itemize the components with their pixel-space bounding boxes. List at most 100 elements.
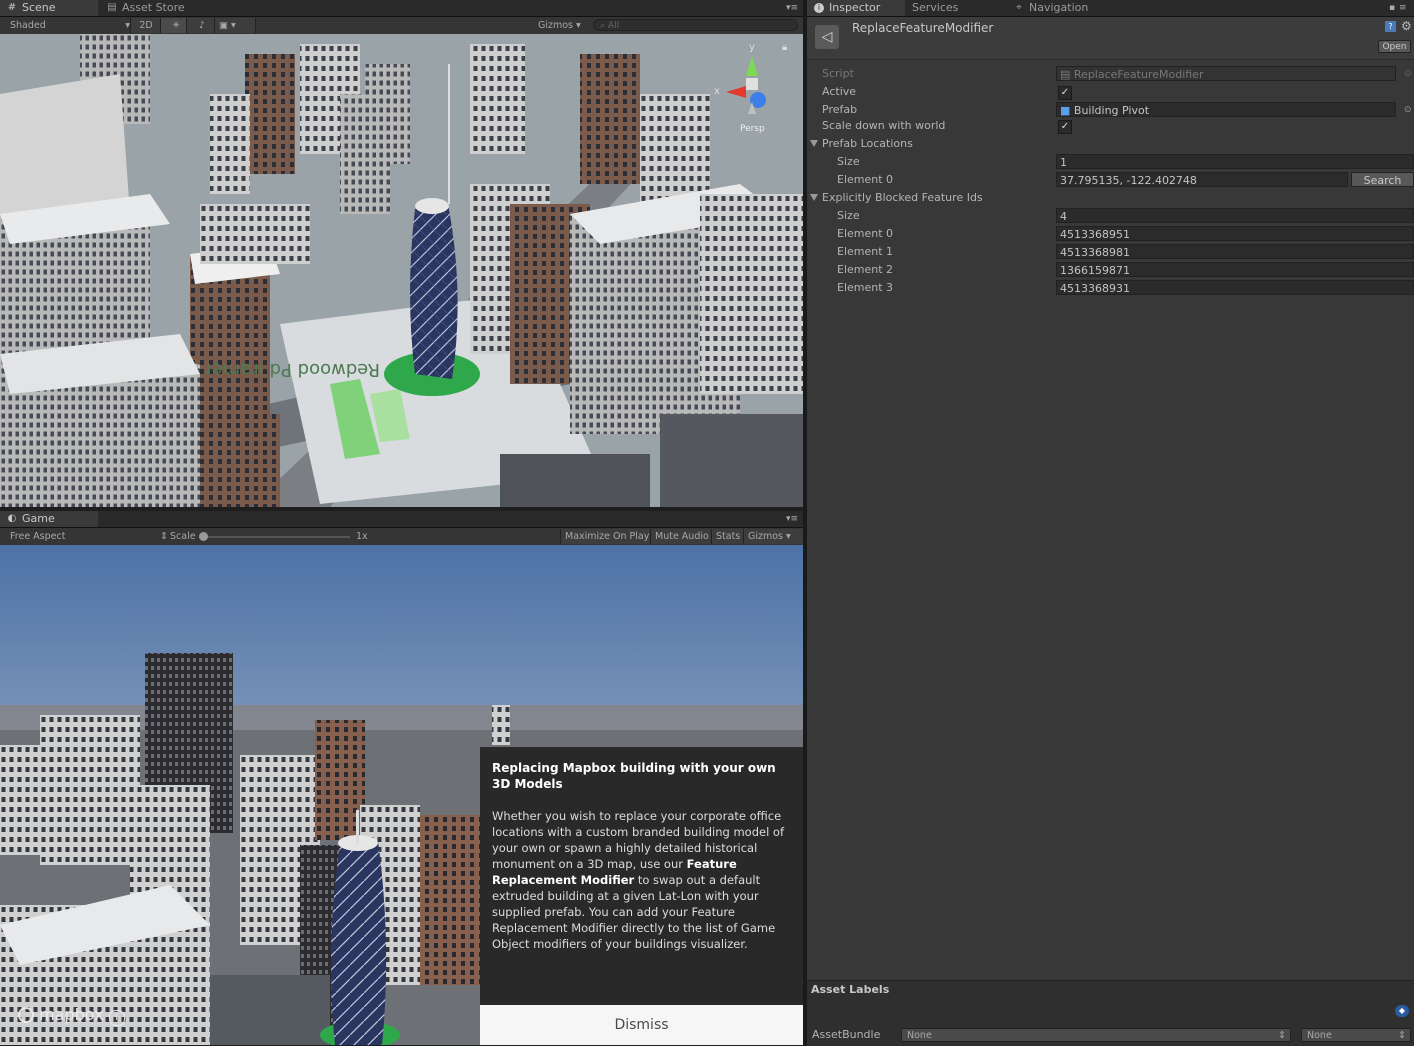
prefab-field[interactable]: ■ Building Pivot <box>1056 102 1396 117</box>
blocked-size-row: Size 4 <box>807 207 1414 225</box>
prefab-locations-foldout[interactable]: Prefab Locations <box>807 135 1414 153</box>
info-icon: i <box>814 3 824 13</box>
element-label: Element 1 <box>837 245 894 258</box>
scale-down-label: Scale down with world <box>822 119 946 132</box>
panel-menu-icon[interactable]: ▾≡ <box>786 3 798 13</box>
blocked-ids-foldout[interactable]: Explicitly Blocked Feature Ids <box>807 189 1414 207</box>
prefab-location-element-0: Element 0 37.795135, -122.402748 Search <box>807 171 1414 189</box>
blocked-ids-label: Explicitly Blocked Feature Ids <box>822 191 983 204</box>
tab-inspector[interactable]: i Inspector <box>807 0 905 16</box>
element-label: Element 0 <box>837 173 894 186</box>
blocked-element-1: Element 1 4513368981 <box>807 243 1414 261</box>
lock-icon[interactable]: 🔒︎ <box>782 42 787 53</box>
slider-thumb[interactable] <box>199 532 208 541</box>
feature-id-field[interactable]: 1366159871 <box>1056 262 1414 277</box>
size-label: Size <box>837 155 860 168</box>
grid-icon: # <box>7 2 17 13</box>
sun-icon: ☀ <box>171 20 181 31</box>
location-field[interactable]: 37.795135, -122.402748 <box>1056 172 1348 187</box>
foldout-arrow-icon[interactable] <box>810 194 818 201</box>
search-icon: ⌕ <box>600 21 606 31</box>
object-picker-icon[interactable]: ⊙ <box>1404 65 1412 83</box>
active-checkbox[interactable]: ✓ <box>1058 86 1072 100</box>
game-viewport[interactable]: mapbox i Replacing Mapbox building with … <box>0 545 803 1045</box>
scale-slider[interactable] <box>199 532 350 541</box>
tab-services[interactable]: Services <box>897 0 966 16</box>
aspect-dropdown[interactable]: Free Aspect ⇕ <box>6 529 170 544</box>
image-icon: ▣ <box>219 20 228 31</box>
gizmos-button[interactable]: Gizmos ▾ <box>743 529 805 544</box>
mode-2d-button[interactable]: 2D <box>130 18 162 33</box>
panel-menu-icon[interactable]: ▾≡ <box>786 514 798 524</box>
scale-label: Scale <box>170 531 196 542</box>
script-row: Script ▤ ReplaceFeatureModifier ⊙ <box>807 65 1414 83</box>
object-name: ReplaceFeatureModifier <box>852 21 994 35</box>
size-field[interactable]: 4 <box>1056 208 1414 223</box>
panel-menu-icon[interactable]: ≡ <box>1399 3 1407 13</box>
mapbox-mark-icon <box>18 1007 34 1023</box>
asset-label-tag-icon[interactable]: ◆ <box>1395 1005 1409 1017</box>
axis-x-label: x <box>714 86 720 97</box>
scale-down-row: Scale down with world ✓ <box>807 117 1414 135</box>
axis-y-label: y <box>749 42 755 53</box>
asset-labels-section: Asset Labels ◆ AssetBundle None ⇕ None ⇕ <box>807 980 1414 1046</box>
maximize-on-play-button[interactable]: Maximize On Play <box>560 529 655 544</box>
gear-icon[interactable]: ⚙ <box>1401 19 1412 33</box>
active-label: Active <box>822 85 857 98</box>
tab-scene[interactable]: # Scene <box>0 0 98 16</box>
persp-label: Persp <box>740 124 765 134</box>
prefab-locations-size-row: Size 1 <box>807 153 1414 171</box>
prefab-locations-label: Prefab Locations <box>822 137 913 150</box>
scale-down-checkbox[interactable]: ✓ <box>1058 120 1072 134</box>
panel-divider[interactable] <box>803 0 807 1045</box>
help-icon[interactable]: ? <box>1385 21 1396 32</box>
feature-id-field[interactable]: 4513368951 <box>1056 226 1414 241</box>
game-toolbar: Free Aspect ⇕ Scale 1x Maximize On Play … <box>0 528 805 546</box>
stats-button[interactable]: Stats <box>711 529 746 544</box>
size-label: Size <box>837 209 860 222</box>
active-row: Active ✓ <box>807 83 1414 101</box>
feature-id-field[interactable]: 4513368981 <box>1056 244 1414 259</box>
info-panel: Replacing Mapbox building with your own … <box>480 747 803 1005</box>
inspector-tabstrip: i Inspector Services ⌖ Navigation ▪ ≡ <box>807 0 1414 17</box>
info-title: Replacing Mapbox building with your own … <box>492 761 776 791</box>
asset-bundle-label: AssetBundle <box>812 1028 881 1041</box>
pacman-icon: ◐ <box>7 513 17 524</box>
blocked-element-3: Element 3 4513368931 <box>807 279 1414 297</box>
asset-bundle-dropdown[interactable]: None ⇕ <box>901 1028 1291 1042</box>
element-label: Element 2 <box>837 263 894 276</box>
scene-city-render: Redwood Pd Iramer <box>0 34 803 507</box>
scene-viewport[interactable]: Redwood Pd Iramer y x Persp 🔒︎ <box>0 34 803 507</box>
size-field[interactable]: 1 <box>1056 154 1414 169</box>
script-label: Script <box>822 67 854 80</box>
search-button[interactable]: Search <box>1351 172 1414 187</box>
updown-arrow-icon: ⇕ <box>1398 1030 1406 1041</box>
axis-gizmo-icon <box>726 56 766 114</box>
dismiss-button[interactable]: Dismiss <box>480 1005 803 1045</box>
speaker-icon: ♪ <box>198 20 206 31</box>
asset-variant-dropdown[interactable]: None ⇕ <box>1301 1028 1411 1042</box>
info-icon[interactable]: i <box>108 1010 125 1026</box>
draw-mode-dropdown[interactable]: Shaded ▾ <box>6 18 132 33</box>
navigation-icon: ⌖ <box>1016 2 1022 13</box>
orientation-gizmo[interactable]: y x Persp <box>712 42 792 134</box>
element-label: Element 0 <box>837 227 894 240</box>
open-button[interactable]: Open <box>1378 40 1411 53</box>
prefab-cube-icon: ■ <box>1060 104 1071 117</box>
effects-dropdown[interactable]: ▣ ▾ <box>214 18 256 33</box>
gizmos-dropdown[interactable]: Gizmos ▾ <box>534 18 594 33</box>
lock-icon[interactable]: ▪ <box>1389 3 1395 13</box>
component-header: ◁ ReplaceFeatureModifier ? ⚙ Open <box>807 17 1414 60</box>
foldout-arrow-icon[interactable] <box>810 140 818 147</box>
svg-text:Redwood Pd Iramer: Redwood Pd Iramer <box>204 359 380 380</box>
feature-id-field[interactable]: 4513368931 <box>1056 280 1414 295</box>
bag-icon: ▤ <box>107 2 117 13</box>
script-asset-icon: ◁ <box>815 25 839 49</box>
mute-audio-button[interactable]: Mute Audio <box>650 529 714 544</box>
tab-asset-store[interactable]: ▤ Asset Store <box>100 0 220 16</box>
tab-game[interactable]: ◐ Game <box>0 511 98 527</box>
game-tabstrip: ◐ Game ▾≡ <box>0 511 803 528</box>
mapbox-logo: mapbox i <box>18 1005 125 1026</box>
tab-navigation[interactable]: ⌖ Navigation <box>1007 0 1096 16</box>
scene-search-input[interactable]: ⌕ All <box>593 19 798 31</box>
